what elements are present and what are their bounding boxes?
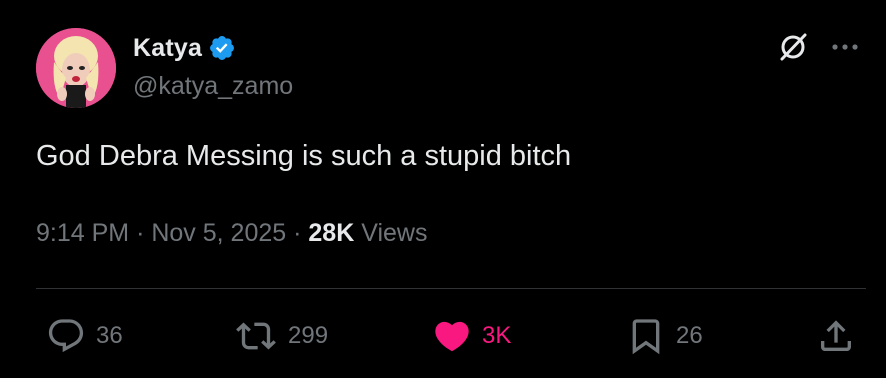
reply-button[interactable]: 36 <box>46 316 123 356</box>
meta-separator: · <box>293 219 302 247</box>
views-count[interactable]: 28K <box>308 219 354 247</box>
bookmark-icon <box>626 316 666 356</box>
tweet-card: Katya @katya_zamo God Debra Messing is s… <box>0 0 886 378</box>
avatar[interactable] <box>36 28 116 108</box>
tweet-date[interactable]: Nov 5, 2025 <box>151 219 286 247</box>
user-handle[interactable]: @katya_zamo <box>133 72 293 101</box>
share-button[interactable] <box>816 316 856 356</box>
meta-separator: · <box>136 219 145 247</box>
tweet-metadata: 9:14 PM · Nov 5, 2025 · 28K Views <box>36 219 427 248</box>
divider <box>36 288 866 289</box>
views-label[interactable]: Views <box>361 219 427 247</box>
heart-icon <box>432 316 472 356</box>
bookmark-button[interactable]: 26 <box>626 316 703 356</box>
like-count: 3K <box>482 322 512 349</box>
user-name-row: Katya <box>133 30 236 66</box>
bookmark-count: 26 <box>676 322 703 349</box>
display-name[interactable]: Katya <box>133 34 202 63</box>
retweet-count: 299 <box>288 322 329 349</box>
retweet-button[interactable]: 299 <box>234 316 328 356</box>
reply-count: 36 <box>96 322 123 349</box>
tweet-time[interactable]: 9:14 PM <box>36 219 129 247</box>
grok-icon[interactable] <box>776 30 810 64</box>
more-icon[interactable] <box>828 33 862 61</box>
retweet-icon <box>234 316 278 356</box>
like-button[interactable]: 3K <box>432 316 511 356</box>
verified-badge-icon[interactable] <box>208 34 236 62</box>
share-icon <box>816 316 856 356</box>
tweet-text: God Debra Messing is such a stupid bitch <box>36 140 572 172</box>
reply-icon <box>46 316 86 356</box>
